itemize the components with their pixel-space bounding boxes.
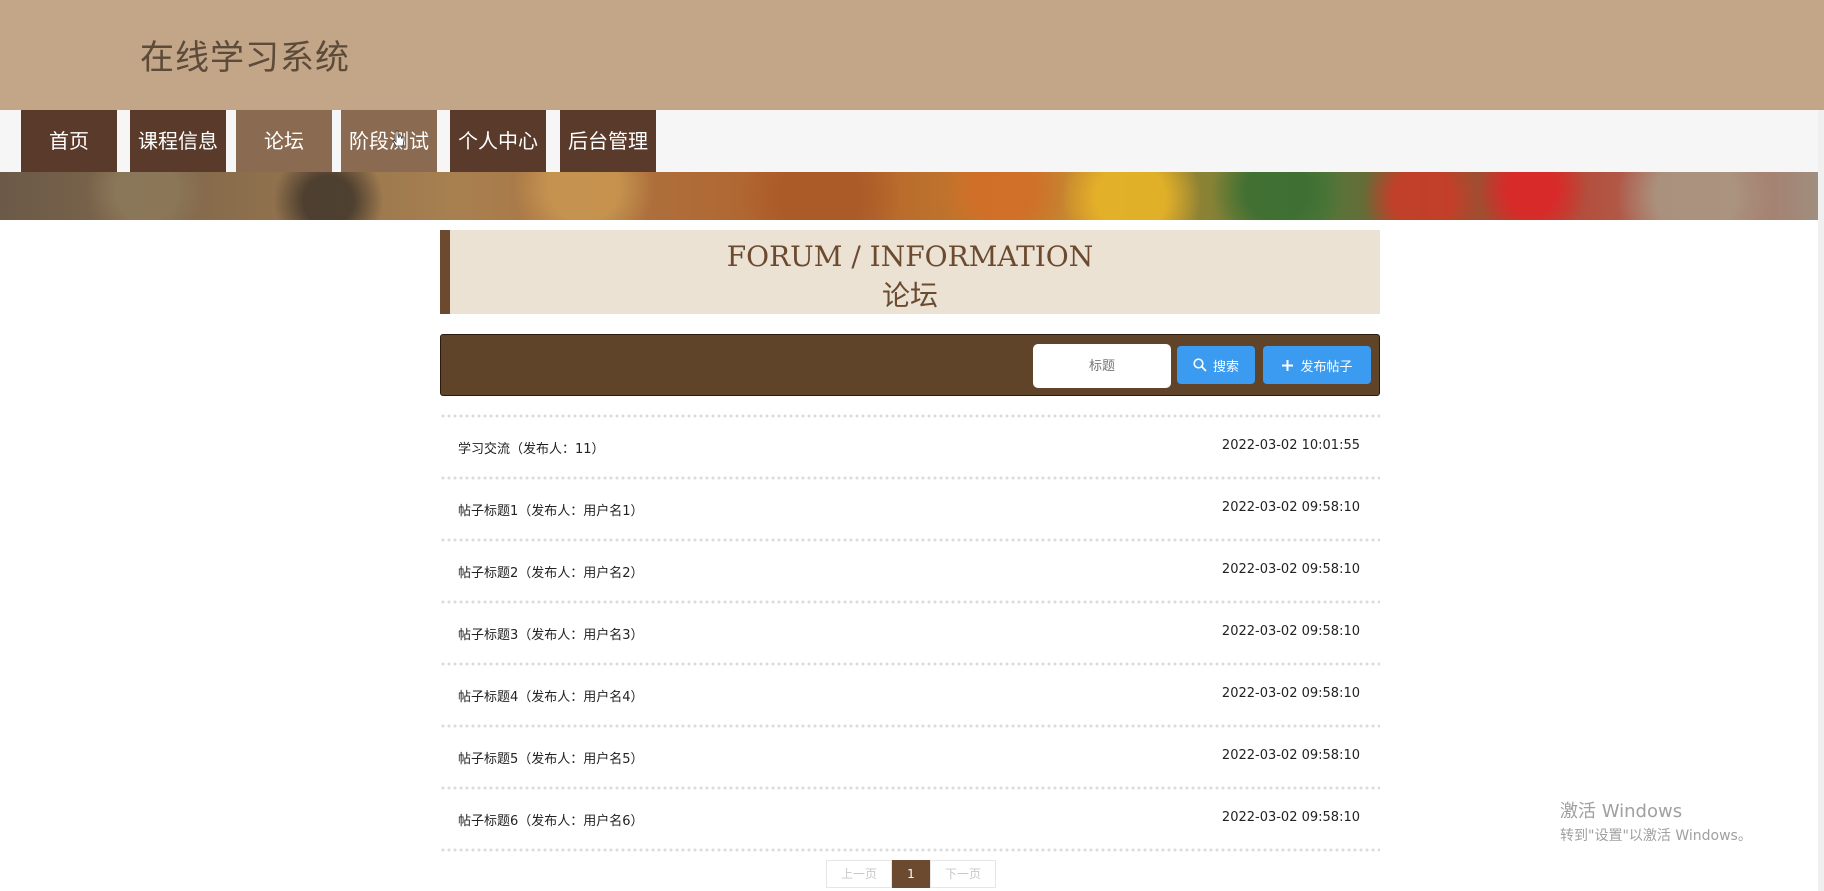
post-time: 2022-03-02 09:58:10 [1221,624,1360,639]
post-button[interactable]: 发布帖子 [1263,346,1371,384]
prev-page-button[interactable]: 上一页 [826,860,892,888]
plus-icon [1282,359,1294,371]
list-item[interactable]: 帖子标题4（发布人：用户名4） 2022-03-02 09:58:10 [440,666,1380,724]
post-time: 2022-03-02 09:58:10 [1221,810,1360,825]
mouse-cursor-icon [392,130,405,147]
banner-image [0,172,1824,220]
post-title[interactable]: 帖子标题1（发布人：用户名1） [458,500,644,519]
nav-item-forum[interactable]: 论坛 [236,110,332,172]
post-title[interactable]: 帖子标题3（发布人：用户名3） [458,624,644,643]
nav-item-admin[interactable]: 后台管理 [560,110,656,172]
site-header: 在线学习系统 [0,0,1824,110]
search-input[interactable] [1033,344,1171,388]
page-scrollbar[interactable] [1818,110,1824,891]
main-nav: 首页 课程信息 论坛 阶段测试 个人中心 后台管理 [0,110,1824,172]
section-title-en: FORUM / INFORMATION [726,240,1094,273]
nav-item-stage-test[interactable]: 阶段测试 [341,110,437,172]
post-title[interactable]: 帖子标题4（发布人：用户名4） [458,686,644,705]
nav-item-courses[interactable]: 课程信息 [130,110,226,172]
post-time: 2022-03-02 10:01:55 [1221,438,1360,453]
section-header: FORUM / INFORMATION 论坛 [440,230,1380,314]
post-time: 2022-03-02 09:58:10 [1221,500,1360,515]
search-toolbar: 搜索 发布帖子 [440,334,1380,396]
post-title[interactable]: 帖子标题5（发布人：用户名5） [458,748,644,767]
post-title[interactable]: 帖子标题2（发布人：用户名2） [458,562,644,581]
post-button-label: 发布帖子 [1300,359,1353,375]
list-item[interactable]: 帖子标题1（发布人：用户名1） 2022-03-02 09:58:10 [440,480,1380,538]
pagination: 上一页 1 下一页 [826,860,996,888]
section-title-zh: 论坛 [881,279,938,312]
post-time: 2022-03-02 09:58:10 [1221,562,1360,577]
list-item[interactable]: 学习交流（发布人：11） 2022-03-02 10:01:55 [440,418,1380,476]
list-item[interactable]: 帖子标题3（发布人：用户名3） 2022-03-02 09:58:10 [440,604,1380,662]
nav-item-home[interactable]: 首页 [21,110,117,172]
post-time: 2022-03-02 09:58:10 [1221,686,1360,701]
search-button-label: 搜索 [1212,359,1239,375]
post-title[interactable]: 帖子标题6（发布人：用户名6） [458,810,644,829]
site-title: 在线学习系统 [140,38,350,78]
current-page-button[interactable]: 1 [892,860,930,888]
post-list: 学习交流（发布人：11） 2022-03-02 10:01:55 帖子标题1（发… [440,414,1380,852]
next-page-button[interactable]: 下一页 [930,860,996,888]
search-icon [1193,358,1207,372]
divider [440,848,1380,852]
windows-activation-watermark: 激活 Windows 转到"设置"以激活 Windows。 [1560,800,1752,848]
list-item[interactable]: 帖子标题2（发布人：用户名2） 2022-03-02 09:58:10 [440,542,1380,600]
list-item[interactable]: 帖子标题5（发布人：用户名5） 2022-03-02 09:58:10 [440,728,1380,786]
post-title[interactable]: 学习交流（发布人：11） [458,438,605,457]
watermark-subtitle: 转到"设置"以激活 Windows。 [1560,828,1752,844]
post-time: 2022-03-02 09:58:10 [1221,748,1360,763]
search-button[interactable]: 搜索 [1177,346,1255,384]
list-item[interactable]: 帖子标题6（发布人：用户名6） 2022-03-02 09:58:10 [440,790,1380,848]
watermark-title: 激活 Windows [1560,801,1683,822]
nav-item-personal-center[interactable]: 个人中心 [450,110,546,172]
